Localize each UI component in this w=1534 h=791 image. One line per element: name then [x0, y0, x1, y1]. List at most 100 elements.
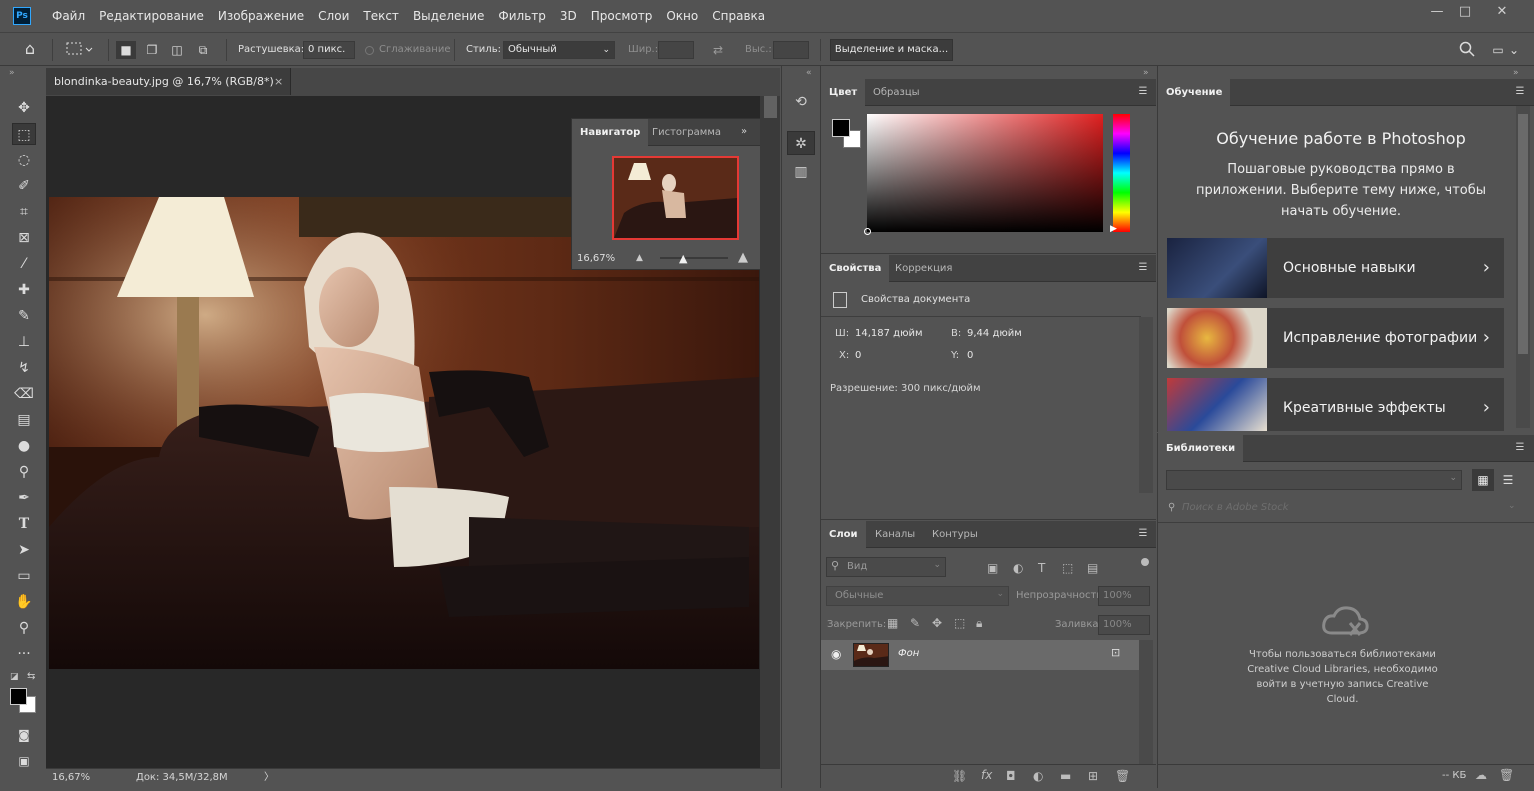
- hue-slider[interactable]: [1113, 114, 1130, 232]
- default-colors-icon[interactable]: ◪: [10, 672, 19, 682]
- chevron-down-icon[interactable]: ⌄: [1508, 501, 1516, 511]
- menu-edit[interactable]: Редактирование: [92, 0, 211, 32]
- layer-name[interactable]: Фон: [898, 648, 919, 659]
- move-tool-icon[interactable]: ✥: [12, 97, 36, 119]
- frame-tool-icon[interactable]: ⊠: [12, 227, 36, 249]
- close-tab-icon[interactable]: ×: [274, 68, 283, 95]
- subtract-selection-icon[interactable]: ◫: [167, 41, 187, 59]
- workspace-icon[interactable]: ▭: [1488, 41, 1508, 59]
- delete-layer-icon[interactable]: 🗑︎: [1115, 769, 1130, 783]
- x-value[interactable]: 0: [855, 350, 861, 361]
- fill-input[interactable]: 100%: [1098, 615, 1150, 635]
- antialias-checkbox[interactable]: [365, 46, 374, 55]
- lock-pixels-icon[interactable]: ✎: [910, 616, 920, 630]
- zoom-tool-icon[interactable]: ⚲: [12, 617, 36, 639]
- swap-colors-icon[interactable]: ⇆: [27, 671, 35, 682]
- navigator-zoom[interactable]: 16,67%: [577, 253, 615, 264]
- tab-adjustments[interactable]: Коррекция: [887, 255, 960, 282]
- y-value[interactable]: 0: [967, 350, 973, 361]
- filter-pixel-icon[interactable]: ▣: [987, 561, 998, 575]
- type-tool-icon[interactable]: T: [12, 513, 36, 535]
- collapse-icon[interactable]: «: [806, 68, 812, 78]
- filter-adjustment-icon[interactable]: ◐: [1013, 561, 1023, 575]
- menu-select[interactable]: Выделение: [406, 0, 491, 32]
- collapse-icon[interactable]: »: [9, 68, 15, 78]
- menu-type[interactable]: Текст: [356, 0, 406, 32]
- menu-help[interactable]: Справка: [705, 0, 772, 32]
- crop-tool-icon[interactable]: ⌗: [12, 201, 36, 223]
- menu-image[interactable]: Изображение: [211, 0, 311, 32]
- zoom-in-icon[interactable]: ▲: [738, 250, 748, 265]
- learn-card-photo-fix[interactable]: Исправление фотографии ›: [1167, 308, 1504, 368]
- properties-scrollbar[interactable]: [1139, 317, 1153, 493]
- search-icon[interactable]: [1457, 41, 1477, 59]
- menu-icon[interactable]: ☰: [1136, 261, 1150, 275]
- lock-transparent-icon[interactable]: ▦: [887, 616, 898, 630]
- menu-3d[interactable]: 3D: [553, 0, 584, 32]
- tab-histogram[interactable]: Гистограмма: [644, 119, 729, 146]
- cloud-sync-icon[interactable]: ☁: [1475, 768, 1487, 782]
- layer-filter-select[interactable]: ⚲ Вид ⌄: [826, 557, 946, 577]
- lock-icon[interactable]: ⊡: [1111, 646, 1120, 659]
- delete-icon[interactable]: 🗑︎: [1499, 768, 1514, 782]
- opacity-input[interactable]: 100%: [1098, 586, 1150, 606]
- width-input[interactable]: [658, 41, 694, 59]
- menu-view[interactable]: Просмотр: [584, 0, 660, 32]
- foreground-color-swatch[interactable]: [832, 119, 850, 137]
- tab-channels[interactable]: Каналы: [867, 521, 923, 548]
- tab-libraries[interactable]: Библиотеки: [1158, 435, 1244, 462]
- filter-toggle[interactable]: [1141, 558, 1149, 566]
- menu-layers[interactable]: Слои: [311, 0, 356, 32]
- color-picker-marker[interactable]: [864, 228, 871, 235]
- quick-select-tool-icon[interactable]: ✐: [12, 175, 36, 197]
- lock-artboard-icon[interactable]: ⬚: [954, 616, 965, 630]
- doc-vertical-scrollbar[interactable]: [760, 96, 780, 768]
- tab-color[interactable]: Цвет: [821, 79, 866, 106]
- lasso-tool-icon[interactable]: ◌: [12, 149, 36, 171]
- tab-layers[interactable]: Слои: [821, 521, 866, 548]
- swap-icon[interactable]: ⇄: [708, 41, 728, 59]
- brush-tool-icon[interactable]: ✎: [12, 305, 36, 327]
- menu-file[interactable]: Файл: [45, 0, 92, 32]
- color-field[interactable]: [864, 114, 1103, 235]
- screen-mode-icon[interactable]: ▣: [12, 750, 36, 772]
- feather-input[interactable]: 0 пикс.: [303, 41, 355, 59]
- pen-tool-icon[interactable]: ✒: [12, 487, 36, 509]
- lock-all-icon[interactable]: 🔒︎: [976, 616, 982, 631]
- marquee-tool-icon[interactable]: ⬚: [12, 123, 36, 145]
- menu-filter[interactable]: Фильтр: [491, 0, 552, 32]
- blur-tool-icon[interactable]: ●: [12, 435, 36, 457]
- menu-icon[interactable]: ☰: [1136, 527, 1150, 541]
- hand-tool-icon[interactable]: ✋: [12, 591, 36, 613]
- new-selection-icon[interactable]: ■: [116, 41, 136, 59]
- learn-card-creative[interactable]: Креативные эффекты ›: [1167, 378, 1504, 431]
- tab-properties[interactable]: Свойства: [821, 255, 890, 282]
- menu-icon[interactable]: ☰: [1513, 441, 1527, 455]
- lock-position-icon[interactable]: ✥: [932, 616, 942, 630]
- chevron-down-icon[interactable]: ⌄: [1508, 41, 1520, 59]
- adjustment-layer-icon[interactable]: ◐: [1033, 769, 1043, 783]
- zoom-slider-track[interactable]: [660, 257, 728, 259]
- learn-scrollbar[interactable]: [1516, 106, 1530, 428]
- zoom-slider-thumb[interactable]: ▲: [679, 252, 687, 265]
- link-layers-icon[interactable]: ⛓: [952, 769, 967, 783]
- maximize-button[interactable]: □: [1448, 0, 1482, 26]
- expand-icon[interactable]: »: [737, 125, 751, 139]
- visibility-eye-icon[interactable]: ◉: [831, 647, 841, 661]
- history-icon[interactable]: ⟲: [787, 90, 815, 114]
- status-zoom[interactable]: 16,67%: [52, 769, 90, 787]
- status-arrow-icon[interactable]: 〉: [264, 769, 274, 787]
- marquee-preset-icon[interactable]: [62, 41, 96, 59]
- add-selection-icon[interactable]: ❐: [142, 41, 162, 59]
- eraser-tool-icon[interactable]: ⌫: [12, 383, 36, 405]
- healing-brush-tool-icon[interactable]: ✚: [12, 279, 36, 301]
- layer-row[interactable]: ◉ Фон ⊡: [821, 640, 1139, 670]
- quick-mask-icon[interactable]: ◙: [12, 724, 36, 746]
- scroll-thumb[interactable]: [1518, 114, 1528, 354]
- tab-paths[interactable]: Контуры: [924, 521, 986, 548]
- rectangle-tool-icon[interactable]: ▭: [12, 565, 36, 587]
- stock-search-input[interactable]: Поиск в Adobe Stock: [1182, 502, 1289, 513]
- tab-swatches[interactable]: Образцы: [865, 79, 928, 106]
- histogram-icon[interactable]: ▥: [787, 160, 815, 184]
- layers-scrollbar[interactable]: [1139, 640, 1153, 764]
